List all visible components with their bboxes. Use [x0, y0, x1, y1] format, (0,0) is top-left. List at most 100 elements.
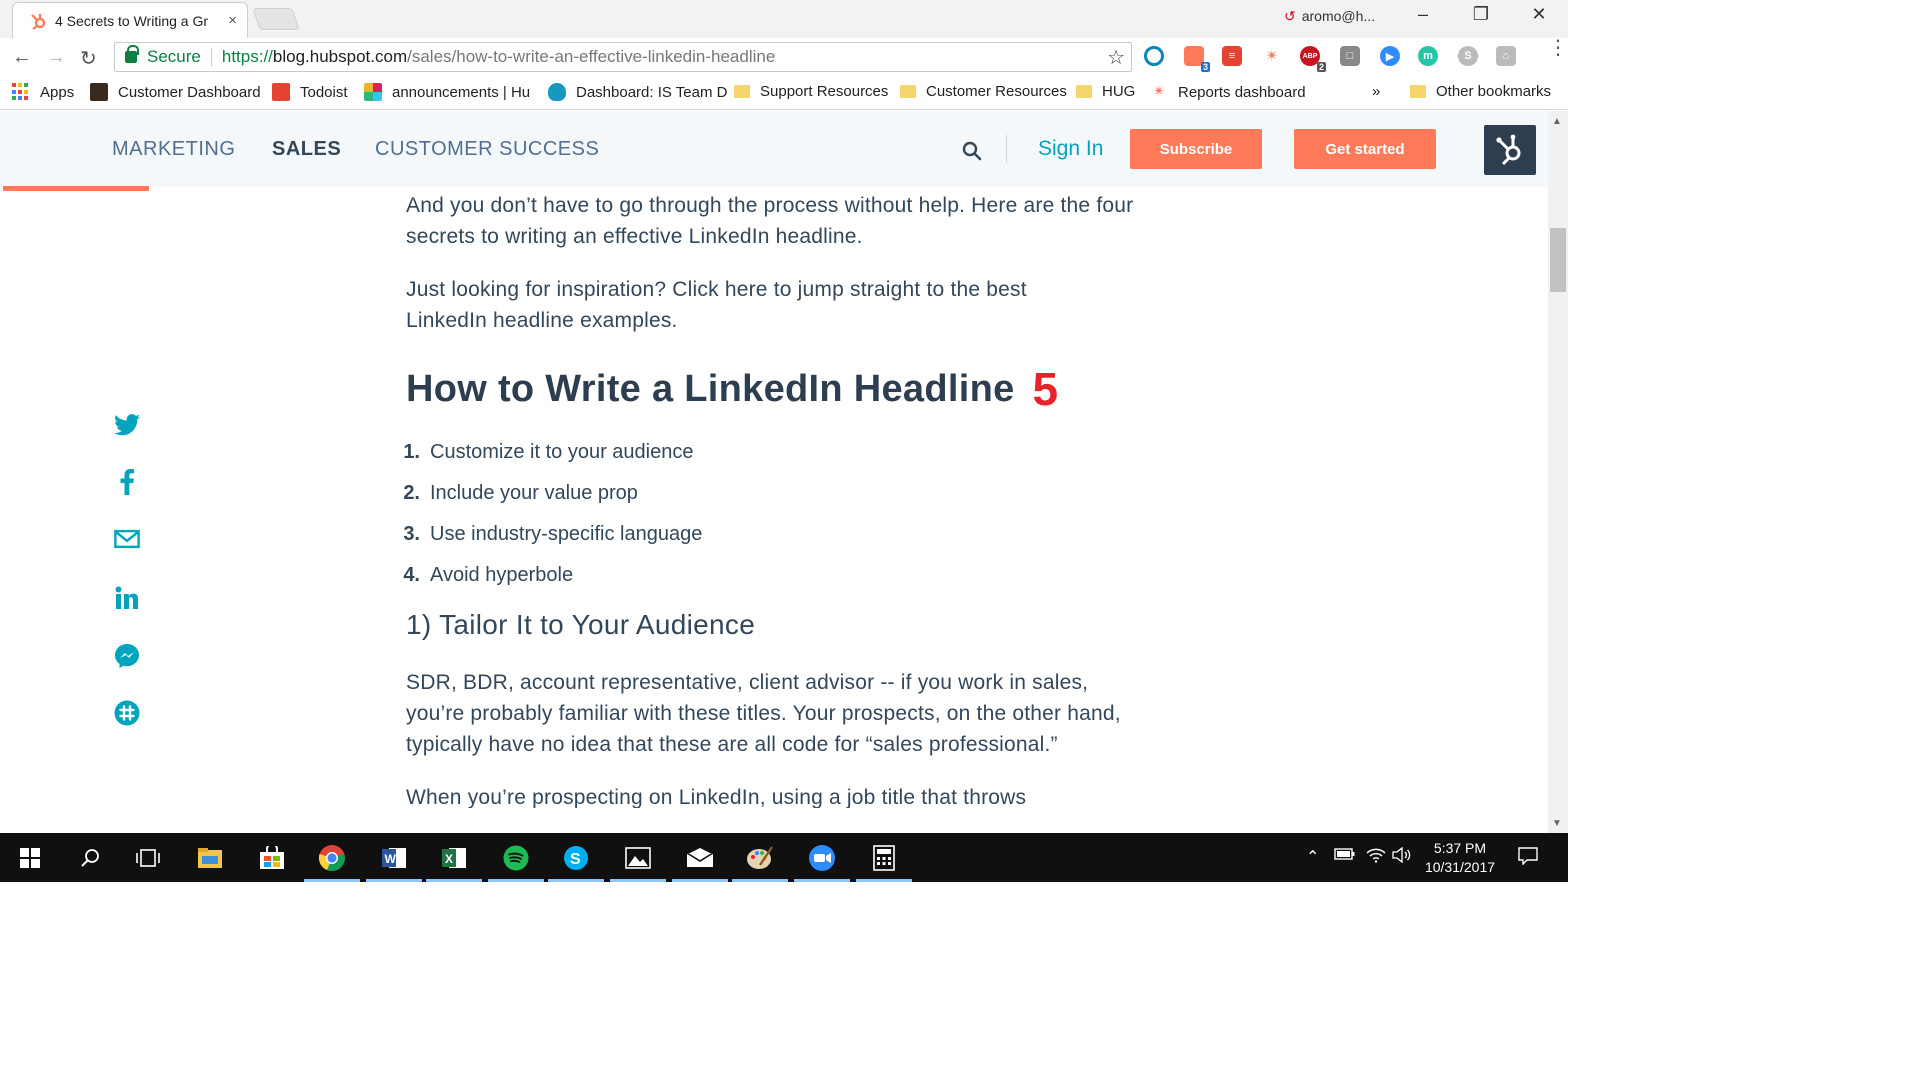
- tab-title: 4 Secrets to Writing a Gr: [55, 12, 209, 29]
- bookmark-customer-resources[interactable]: Customer Resources: [900, 83, 1067, 100]
- tab-close-icon[interactable]: ×: [228, 12, 237, 29]
- slack-share-icon[interactable]: [114, 700, 140, 726]
- section-heading: How to Write a LinkedIn Headline 5: [406, 358, 1156, 420]
- bookmark-support-resources[interactable]: Support Resources: [734, 83, 888, 100]
- intro-paragraph-2[interactable]: Just looking for inspiration? Click here…: [406, 274, 1106, 336]
- url-path: /sales/how-to-write-an-effective-linkedi…: [407, 47, 776, 66]
- twitter-icon[interactable]: [114, 412, 140, 438]
- readlater-extension-icon[interactable]: □: [1340, 46, 1360, 66]
- clock-date: 10/31/2017: [1424, 859, 1496, 875]
- restore-icon[interactable]: ❐: [1466, 4, 1496, 25]
- search-icon[interactable]: [62, 833, 118, 882]
- zoom-taskbar-icon[interactable]: [794, 833, 850, 882]
- file-explorer-icon[interactable]: [182, 833, 238, 882]
- site-header: MARKETING SALES CUSTOMER SUCCESS Sign In…: [0, 111, 1548, 191]
- skype-taskbar-icon[interactable]: S: [548, 833, 604, 882]
- folder-icon: [1410, 85, 1426, 98]
- scrollbar-thumb[interactable]: [1550, 228, 1566, 292]
- bookmark-star-icon[interactable]: ☆: [1107, 45, 1125, 70]
- list-text: Include your value prop: [430, 482, 638, 504]
- article-body: And you don’t have to go through the pro…: [403, 190, 1156, 808]
- subscribe-button[interactable]: Subscribe: [1130, 129, 1262, 169]
- bookmark-label: Other bookmarks: [1436, 83, 1552, 100]
- scroll-up-arrow-icon[interactable]: ▲: [1552, 116, 1562, 127]
- nav-marketing[interactable]: MARKETING: [112, 138, 235, 161]
- spotify-taskbar-icon[interactable]: [488, 833, 544, 882]
- facebook-icon[interactable]: [114, 469, 140, 495]
- folder-icon: [900, 85, 916, 98]
- clock-time: 5:37 PM: [1433, 840, 1487, 856]
- todoist-extension-icon[interactable]: ≡: [1222, 46, 1242, 66]
- bookmark-apps[interactable]: Apps: [12, 83, 74, 101]
- nav-customer-success[interactable]: CUSTOMER SUCCESS: [375, 138, 599, 161]
- linkedin-icon[interactable]: [114, 585, 140, 611]
- page-scrollbar[interactable]: [1548, 111, 1568, 833]
- bookmarks-overflow-chevron-icon[interactable]: »: [1372, 83, 1380, 100]
- word-taskbar-icon[interactable]: W: [366, 833, 422, 882]
- secure-label: Secure: [147, 47, 201, 66]
- minimize-icon[interactable]: –: [1408, 4, 1438, 25]
- volume-icon[interactable]: [1392, 846, 1412, 866]
- email-icon[interactable]: [114, 526, 140, 552]
- nav-sales[interactable]: SALES: [272, 138, 341, 161]
- bookmark-other-bookmarks[interactable]: Other bookmarks: [1410, 83, 1551, 100]
- bookmark-label: Todoist: [300, 83, 348, 101]
- wifi-icon[interactable]: [1366, 847, 1386, 866]
- bookmark-dashboard-is-team[interactable]: Dashboard: IS Team D: [548, 83, 727, 101]
- bookmark-label: announcements | Hu: [392, 83, 531, 101]
- bookmark-customer-dashboard[interactable]: Customer Dashboard: [90, 83, 261, 101]
- list-item[interactable]: 3. Use industry-specific language: [392, 522, 1156, 546]
- adblock-extension-icon[interactable]: ABP 2: [1300, 46, 1326, 72]
- list-item[interactable]: 2. Include your value prop: [392, 481, 1156, 505]
- browser-menu-icon[interactable]: ⋮: [1548, 38, 1568, 58]
- gray-extension-icon[interactable]: ⌂: [1496, 46, 1516, 66]
- chrome-taskbar-icon[interactable]: [304, 833, 360, 882]
- list-number: 4.: [403, 564, 420, 586]
- bookmark-todoist[interactable]: Todoist: [272, 83, 348, 101]
- messenger-icon[interactable]: [114, 643, 140, 669]
- bookmark-announcements[interactable]: announcements | Hu: [364, 83, 530, 101]
- bookmark-label: Apps: [40, 83, 75, 101]
- get-started-button[interactable]: Get started: [1294, 129, 1436, 169]
- hubspot-sales-extension-icon[interactable]: 3: [1184, 46, 1210, 72]
- hubspot-logo-icon[interactable]: [1484, 125, 1536, 175]
- search-icon[interactable]: [962, 141, 982, 161]
- mail-taskbar-icon[interactable]: [672, 833, 728, 882]
- system-clock[interactable]: 5:37 PM 10/31/2017: [1418, 839, 1502, 877]
- list-text: Customize it to your audience: [430, 441, 694, 463]
- excel-taskbar-icon[interactable]: X: [426, 833, 482, 882]
- list-item[interactable]: 1. Customize it to your audience: [392, 440, 1156, 464]
- new-tab-button[interactable]: [252, 8, 300, 30]
- photos-taskbar-icon[interactable]: [610, 833, 666, 882]
- calculator-taskbar-icon[interactable]: [856, 833, 912, 882]
- address-bar[interactable]: Secure https://blog.hubspot.com/sales/ho…: [114, 42, 1132, 72]
- tray-chevron-up-icon[interactable]: ⌃: [1306, 847, 1319, 867]
- zoom-extension-icon[interactable]: ▶: [1380, 46, 1400, 66]
- browser-tab-active[interactable]: 4 Secrets to Writing a Gr ×: [12, 2, 248, 38]
- paint-taskbar-icon[interactable]: [732, 833, 788, 882]
- bookmark-label: Dashboard: IS Team D: [576, 83, 728, 101]
- scroll-down-arrow-icon[interactable]: ▼: [1552, 818, 1562, 829]
- bookmark-reports-dashboard[interactable]: ✴ Reports dashboard: [1150, 83, 1306, 101]
- profile-button[interactable]: ↺ aromo@h...: [1284, 8, 1375, 25]
- list-item[interactable]: 4. Avoid hyperbole: [392, 563, 1156, 587]
- task-view-icon[interactable]: [120, 833, 176, 882]
- hubspot-extension-icon[interactable]: ✴: [1262, 46, 1282, 66]
- action-center-icon[interactable]: [1518, 847, 1538, 868]
- reload-icon[interactable]: ↻: [80, 46, 97, 71]
- bookmark-hug[interactable]: HUG: [1076, 83, 1135, 100]
- folder-icon: [734, 85, 750, 98]
- sign-in-link[interactable]: Sign In: [1038, 137, 1103, 161]
- skype-extension-icon[interactable]: S: [1458, 46, 1478, 66]
- window-close-icon[interactable]: ✕: [1524, 4, 1554, 25]
- bookmark-label: Support Resources: [760, 83, 889, 100]
- cortana-extension-icon[interactable]: [1144, 46, 1164, 66]
- windows-start-icon[interactable]: [2, 833, 58, 882]
- battery-icon[interactable]: [1334, 847, 1356, 864]
- svg-text:X: X: [445, 852, 453, 866]
- back-arrow-icon[interactable]: ←: [12, 46, 32, 69]
- browser-tab-strip: 4 Secrets to Writing a Gr × ↺ aromo@h... …: [0, 0, 1568, 38]
- store-icon[interactable]: [244, 833, 300, 882]
- forward-arrow-icon[interactable]: →: [46, 46, 66, 69]
- mixmax-extension-icon[interactable]: m: [1418, 46, 1438, 66]
